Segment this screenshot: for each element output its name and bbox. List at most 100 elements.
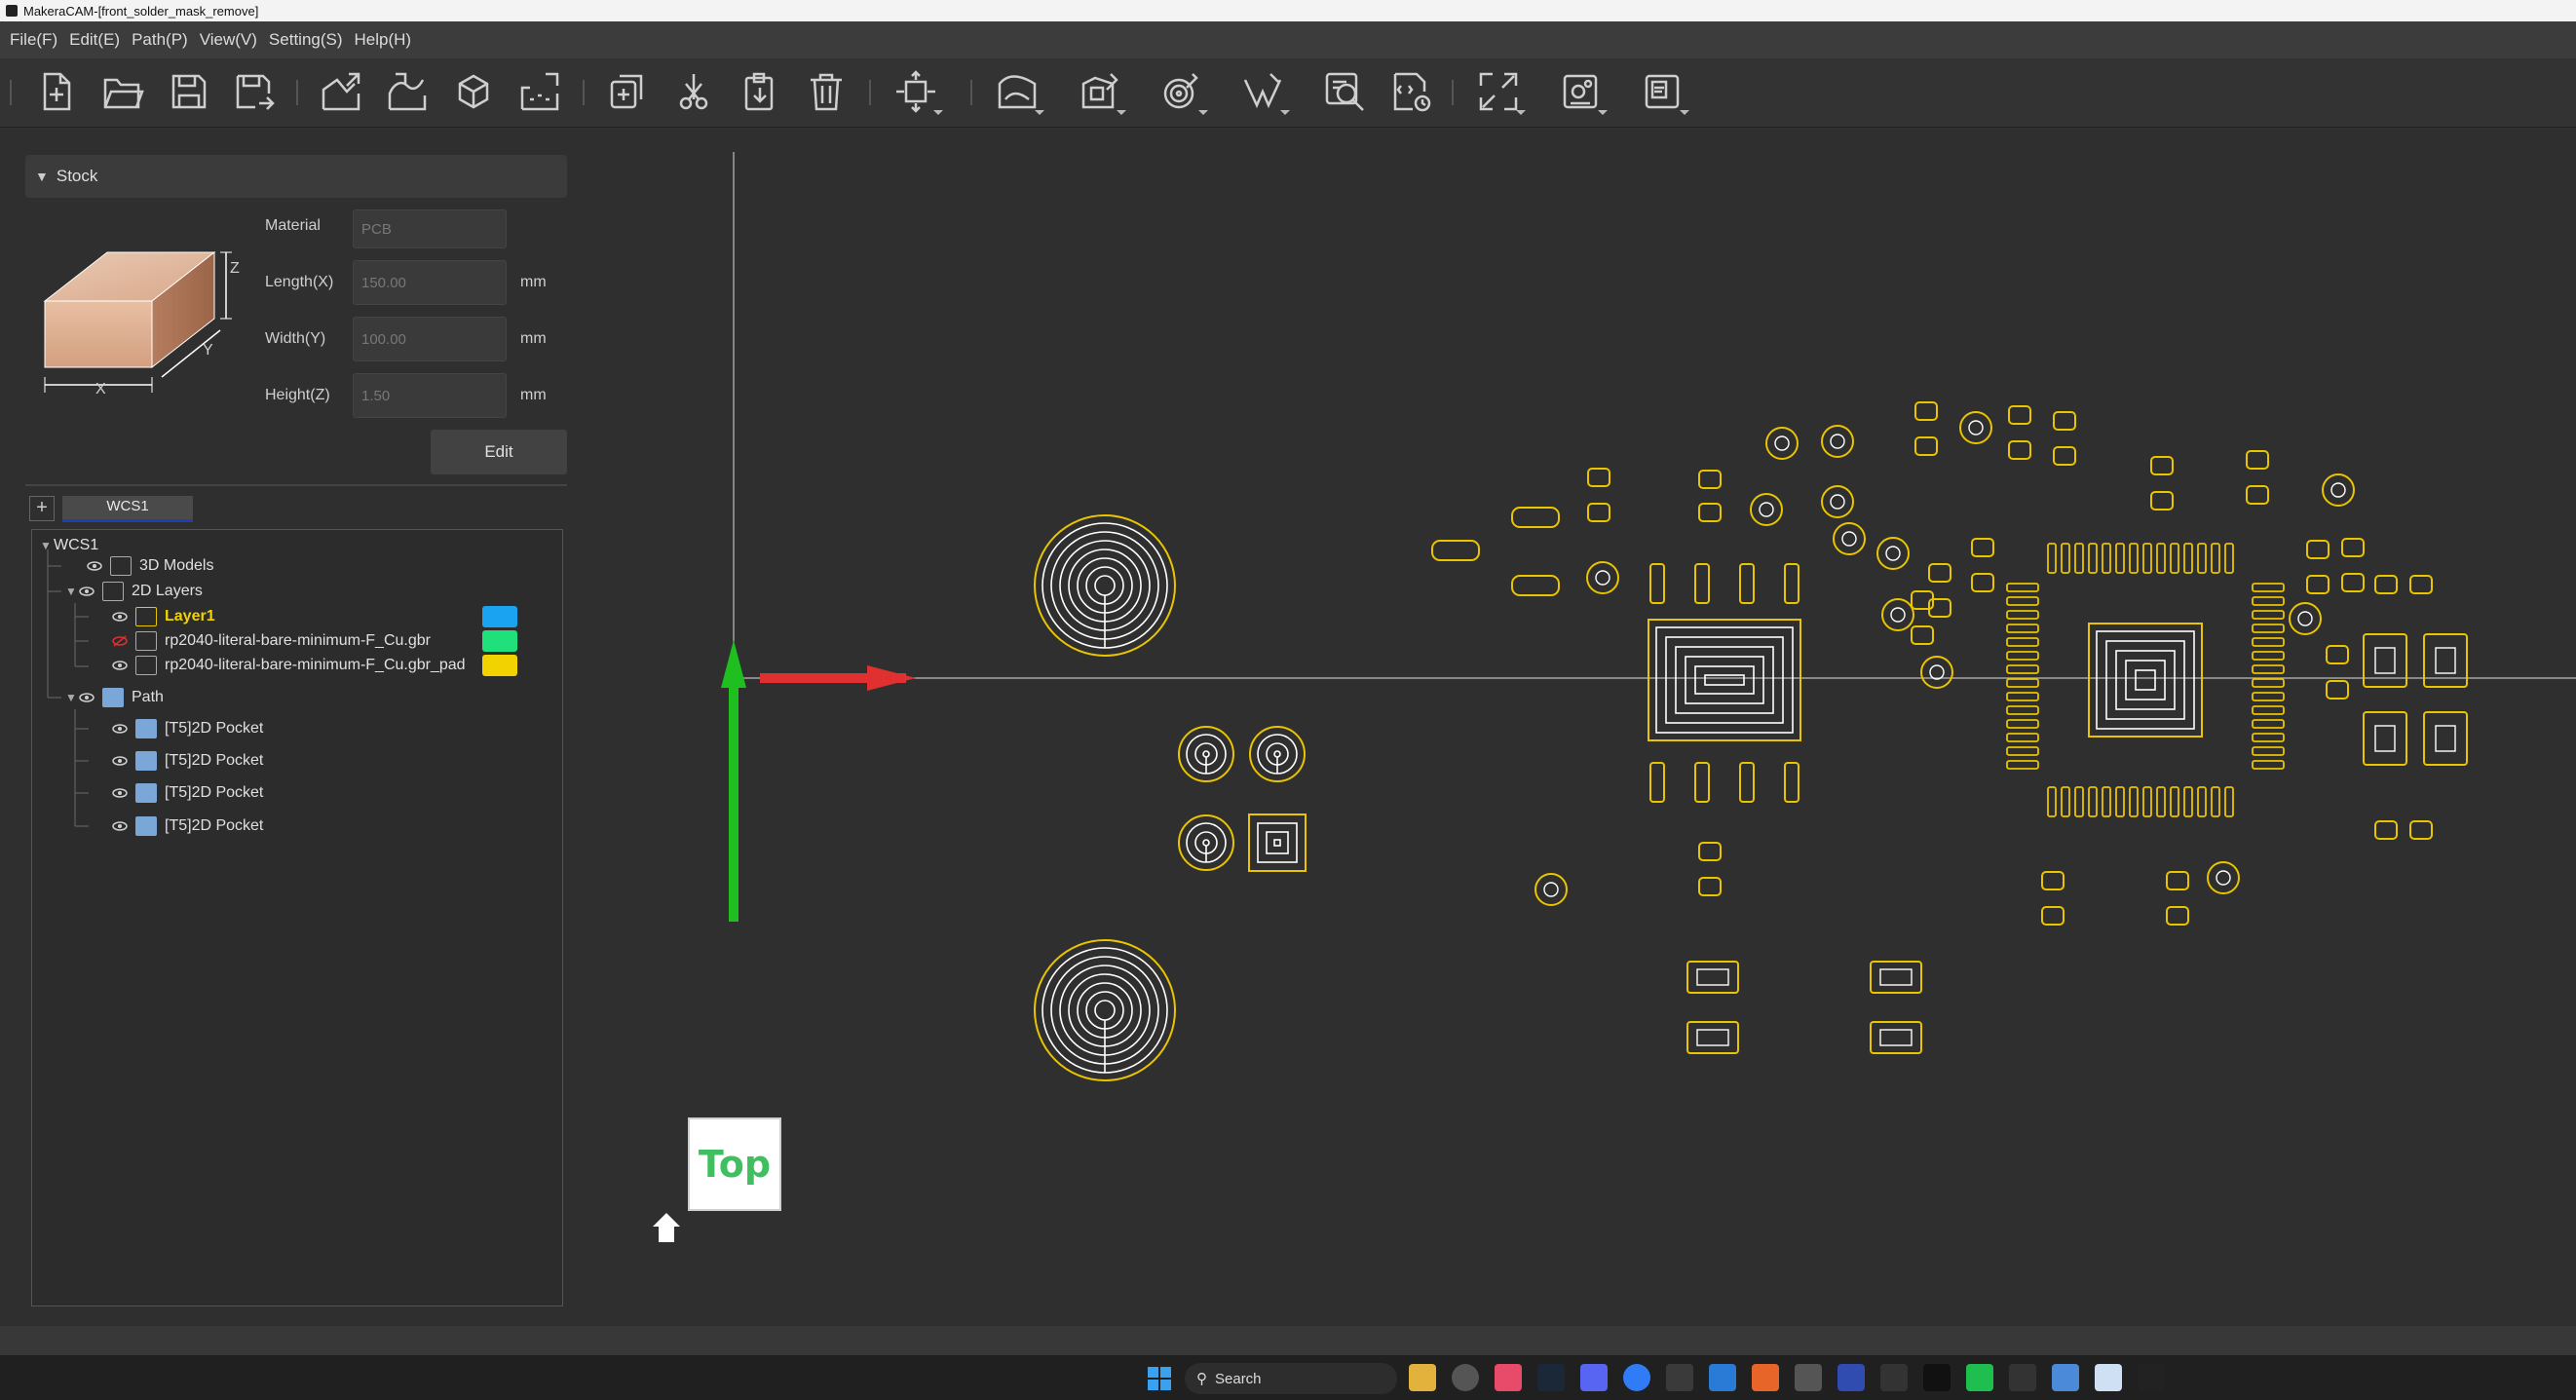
eye-icon[interactable] bbox=[79, 586, 95, 597]
menu-setting[interactable]: Setting(S) bbox=[269, 30, 343, 50]
tree-label: [T5]2D Pocket bbox=[165, 784, 264, 801]
discord-icon[interactable] bbox=[1580, 1364, 1608, 1391]
gcode-icon[interactable] bbox=[1385, 66, 1436, 117]
delete-icon[interactable] bbox=[801, 66, 852, 117]
import-2d-icon[interactable] bbox=[316, 66, 366, 117]
copy-path-icon[interactable] bbox=[602, 66, 653, 117]
import-3d-icon[interactable] bbox=[448, 66, 499, 117]
eye-hidden-icon[interactable] bbox=[112, 635, 128, 647]
transform-icon[interactable] bbox=[890, 66, 943, 117]
photos-icon[interactable] bbox=[1709, 1364, 1736, 1391]
fusion-icon[interactable] bbox=[1752, 1364, 1779, 1391]
width-field[interactable]: 100.00 bbox=[353, 317, 507, 361]
menu-path[interactable]: Path(P) bbox=[132, 30, 188, 50]
app-icon[interactable] bbox=[1452, 1364, 1479, 1391]
import-data-icon[interactable] bbox=[514, 66, 565, 117]
curve-toolpath-icon[interactable] bbox=[992, 66, 1044, 117]
window-title: MakeraCAM-[front_solder_mask_remove] bbox=[23, 3, 259, 19]
material-label: Material bbox=[265, 217, 321, 234]
eye-icon[interactable] bbox=[112, 723, 128, 735]
mounting-hole bbox=[1034, 939, 1176, 1081]
app-icon[interactable] bbox=[2009, 1364, 2036, 1391]
menu-help[interactable]: Help(H) bbox=[355, 30, 412, 50]
toolbar-separator bbox=[296, 80, 298, 105]
tree-item-path[interactable]: ▼ Path bbox=[65, 686, 164, 709]
app-icon[interactable] bbox=[1966, 1364, 1993, 1391]
file-explorer-icon[interactable] bbox=[1409, 1364, 1436, 1391]
mounting-hole bbox=[1034, 514, 1176, 657]
eye-icon[interactable] bbox=[112, 755, 128, 767]
tree-item-pocket-2[interactable]: [T5]2D Pocket bbox=[112, 749, 263, 773]
chevron-down-icon[interactable]: ▼ bbox=[65, 585, 79, 598]
menu-view[interactable]: View(V) bbox=[200, 30, 257, 50]
stock-header[interactable]: ▼ Stock bbox=[25, 155, 567, 198]
layer-color-swatch[interactable] bbox=[482, 630, 517, 652]
messenger-icon[interactable] bbox=[1623, 1364, 1650, 1391]
eye-icon[interactable] bbox=[112, 787, 128, 799]
cut-path-icon[interactable] bbox=[668, 66, 719, 117]
makeracam-icon[interactable] bbox=[1795, 1364, 1822, 1391]
home-view-icon[interactable] bbox=[651, 1211, 682, 1246]
clipboard-icon[interactable] bbox=[735, 66, 785, 117]
vcarve-toolpath-icon[interactable] bbox=[1237, 66, 1290, 117]
pocket-icon bbox=[135, 783, 157, 803]
viewport-canvas[interactable]: Top bbox=[585, 128, 2576, 1326]
toolbar-separator bbox=[1452, 80, 1454, 105]
taskbar-search[interactable]: ⚲ Search bbox=[1185, 1363, 1397, 1394]
report-icon[interactable] bbox=[1637, 66, 1689, 117]
chevron-down-icon[interactable]: ▼ bbox=[65, 691, 79, 704]
tree-item-f-cu-gbr-pad[interactable]: rp2040-literal-bare-minimum-F_Cu.gbr_pad bbox=[112, 654, 466, 677]
eye-icon[interactable] bbox=[112, 660, 128, 671]
eye-icon[interactable] bbox=[112, 611, 128, 623]
tree-item-layer1[interactable]: Layer1 bbox=[112, 605, 215, 628]
material-field[interactable]: PCB bbox=[353, 209, 507, 248]
tab-wcs1[interactable]: WCS1 bbox=[62, 496, 193, 522]
terminal-icon[interactable] bbox=[1666, 1364, 1693, 1391]
machine-icon[interactable] bbox=[1555, 66, 1608, 117]
add-wcs-button[interactable]: + bbox=[29, 496, 55, 521]
eye-icon[interactable] bbox=[79, 692, 95, 703]
y-axis-arrow bbox=[721, 640, 746, 922]
tree-item-pocket-1[interactable]: [T5]2D Pocket bbox=[112, 717, 263, 740]
height-field[interactable]: 1.50 bbox=[353, 373, 507, 418]
drill-toolpath-icon[interactable] bbox=[1155, 66, 1208, 117]
music-app-icon[interactable] bbox=[1495, 1364, 1522, 1391]
tree-item-f-cu-gbr[interactable]: rp2040-literal-bare-minimum-F_Cu.gbr bbox=[112, 629, 431, 653]
notepad-icon[interactable] bbox=[2095, 1364, 2122, 1391]
chevron-down-icon[interactable]: ▼ bbox=[40, 539, 54, 552]
eye-icon[interactable] bbox=[87, 560, 102, 572]
layer-color-swatch[interactable] bbox=[482, 655, 517, 676]
tree-label: 3D Models bbox=[139, 557, 214, 574]
fit-view-icon[interactable] bbox=[1473, 66, 1526, 117]
tree-item-pocket-3[interactable]: [T5]2D Pocket bbox=[112, 781, 263, 805]
pcb-drawing[interactable] bbox=[585, 128, 2576, 1326]
app-icon[interactable] bbox=[1923, 1364, 1951, 1391]
import-curve-icon[interactable] bbox=[382, 66, 433, 117]
edit-stock-button[interactable]: Edit bbox=[431, 430, 567, 474]
chevron-down-icon: ▼ bbox=[35, 169, 49, 184]
round-pad bbox=[1249, 726, 1306, 782]
view-cube-top[interactable]: Top bbox=[688, 1117, 781, 1211]
menu-file[interactable]: File(F) bbox=[10, 30, 57, 50]
save-icon[interactable] bbox=[164, 66, 214, 117]
tree-label: [T5]2D Pocket bbox=[165, 817, 264, 834]
tree-item-2d-layers[interactable]: ▼ 2D Layers bbox=[65, 580, 203, 603]
steam-icon[interactable] bbox=[1537, 1364, 1565, 1391]
app-icon[interactable] bbox=[2052, 1364, 2079, 1391]
wide-pads bbox=[1431, 507, 1560, 596]
menu-edit[interactable]: Edit(E) bbox=[69, 30, 120, 50]
eye-icon[interactable] bbox=[112, 820, 128, 832]
length-field[interactable]: 150.00 bbox=[353, 260, 507, 305]
save-as-icon[interactable] bbox=[228, 66, 279, 117]
new-file-icon[interactable] bbox=[31, 66, 82, 117]
tree-item-3d-models[interactable]: 3D Models bbox=[87, 554, 213, 578]
layer-color-swatch[interactable] bbox=[482, 606, 517, 627]
open-folder-icon[interactable] bbox=[97, 66, 148, 117]
tree-item-pocket-4[interactable]: [T5]2D Pocket bbox=[112, 814, 263, 838]
kicad-icon[interactable] bbox=[1837, 1364, 1865, 1391]
windows-start-icon[interactable] bbox=[1148, 1367, 1171, 1390]
app-icon[interactable] bbox=[2138, 1364, 2165, 1391]
app-icon[interactable] bbox=[1880, 1364, 1908, 1391]
pocket-toolpath-icon[interactable] bbox=[1074, 66, 1126, 117]
simulate-icon[interactable] bbox=[1319, 66, 1370, 117]
